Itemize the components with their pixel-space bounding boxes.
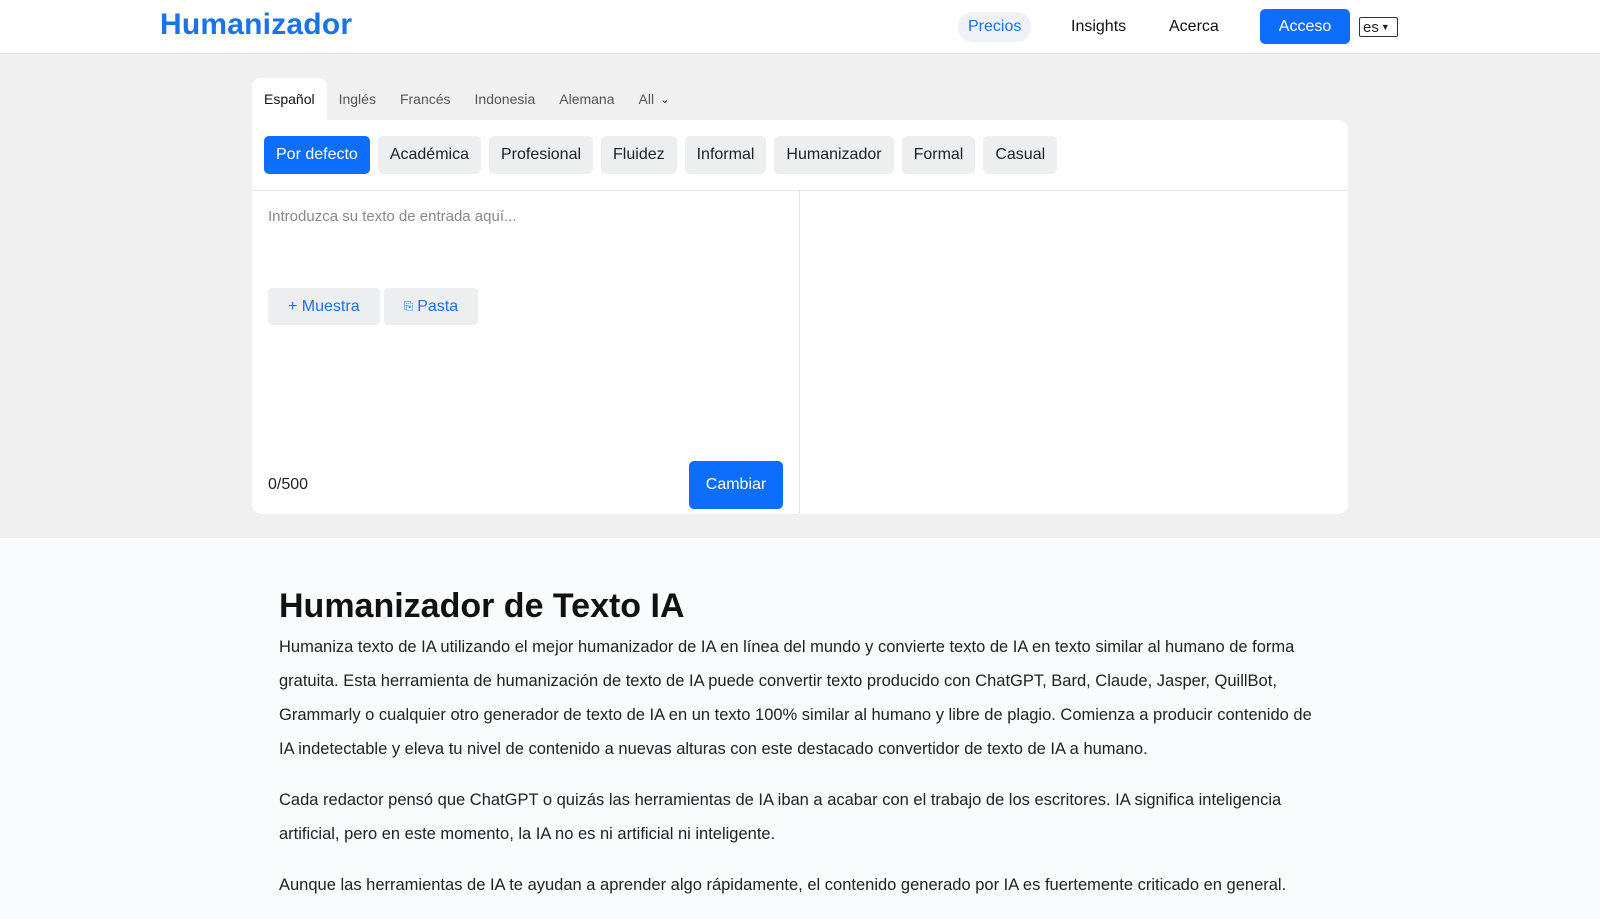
sample-button[interactable]: + Muestra bbox=[268, 288, 380, 325]
language-tabs: Español Inglés Francés Indonesia Alemana… bbox=[252, 78, 681, 120]
paste-label: Pasta bbox=[417, 297, 459, 315]
nav-precios[interactable]: Precios bbox=[958, 12, 1032, 42]
mode-casual[interactable]: Casual bbox=[983, 136, 1058, 174]
tab-all-label: All bbox=[638, 91, 655, 107]
paste-button[interactable]: ⎘ Pasta bbox=[383, 288, 479, 325]
mode-informal[interactable]: Informal bbox=[684, 136, 767, 174]
chevron-down-icon: ⌄ bbox=[660, 93, 670, 106]
input-textarea[interactable]: Introduzca su texto de entrada aquí... bbox=[268, 208, 517, 225]
editor-card: Por defecto Académica Profesional Fluide… bbox=[252, 120, 1348, 514]
mode-formal[interactable]: Formal bbox=[901, 136, 976, 174]
nav-insights[interactable]: Insights bbox=[1071, 12, 1126, 42]
input-actions: + Muestra ⎘ Pasta bbox=[268, 288, 479, 325]
mode-humanizador[interactable]: Humanizador bbox=[774, 136, 894, 174]
nav-acerca[interactable]: Acerca bbox=[1169, 12, 1219, 42]
clipboard-icon: ⎘ bbox=[403, 299, 414, 313]
article-paragraph: Aunque las herramientas de IA te ayudan … bbox=[279, 876, 1287, 894]
logo[interactable]: Humanizador bbox=[160, 8, 352, 42]
mode-profesional[interactable]: Profesional bbox=[488, 136, 594, 174]
article: Humanizador de Texto IA Humaniza texto d… bbox=[279, 584, 1314, 919]
article-title: Humanizador de Texto IA bbox=[279, 587, 685, 625]
chevron-down-icon: ▼ bbox=[1380, 22, 1390, 32]
tab-all[interactable]: All ⌄ bbox=[627, 78, 682, 120]
submit-button[interactable]: Cambiar bbox=[689, 461, 783, 509]
tab-espanol[interactable]: Español bbox=[252, 78, 327, 120]
output-panel bbox=[800, 191, 1348, 514]
mode-por-defecto[interactable]: Por defecto bbox=[264, 136, 370, 174]
character-counter: 0/500 bbox=[268, 476, 309, 493]
tab-alemana[interactable]: Alemana bbox=[547, 78, 626, 120]
tab-frances[interactable]: Francés bbox=[388, 78, 463, 120]
mode-fluidez[interactable]: Fluidez bbox=[601, 136, 677, 174]
mode-selector: Por defecto Académica Profesional Fluide… bbox=[264, 136, 1058, 174]
tab-ingles[interactable]: Inglés bbox=[327, 78, 388, 120]
article-paragraph: Humaniza texto de IA utilizando el mejor… bbox=[279, 638, 1312, 758]
language-value: es bbox=[1363, 18, 1379, 36]
login-button[interactable]: Acceso bbox=[1260, 9, 1350, 44]
mode-academica[interactable]: Académica bbox=[377, 136, 481, 174]
top-navbar: Humanizador Precios Insights Acerca Acce… bbox=[0, 0, 1600, 54]
language-select[interactable]: es ▼ bbox=[1359, 17, 1398, 37]
tab-indonesia[interactable]: Indonesia bbox=[463, 78, 548, 120]
article-paragraph: Cada redactor pensó que ChatGPT o quizás… bbox=[279, 791, 1282, 843]
